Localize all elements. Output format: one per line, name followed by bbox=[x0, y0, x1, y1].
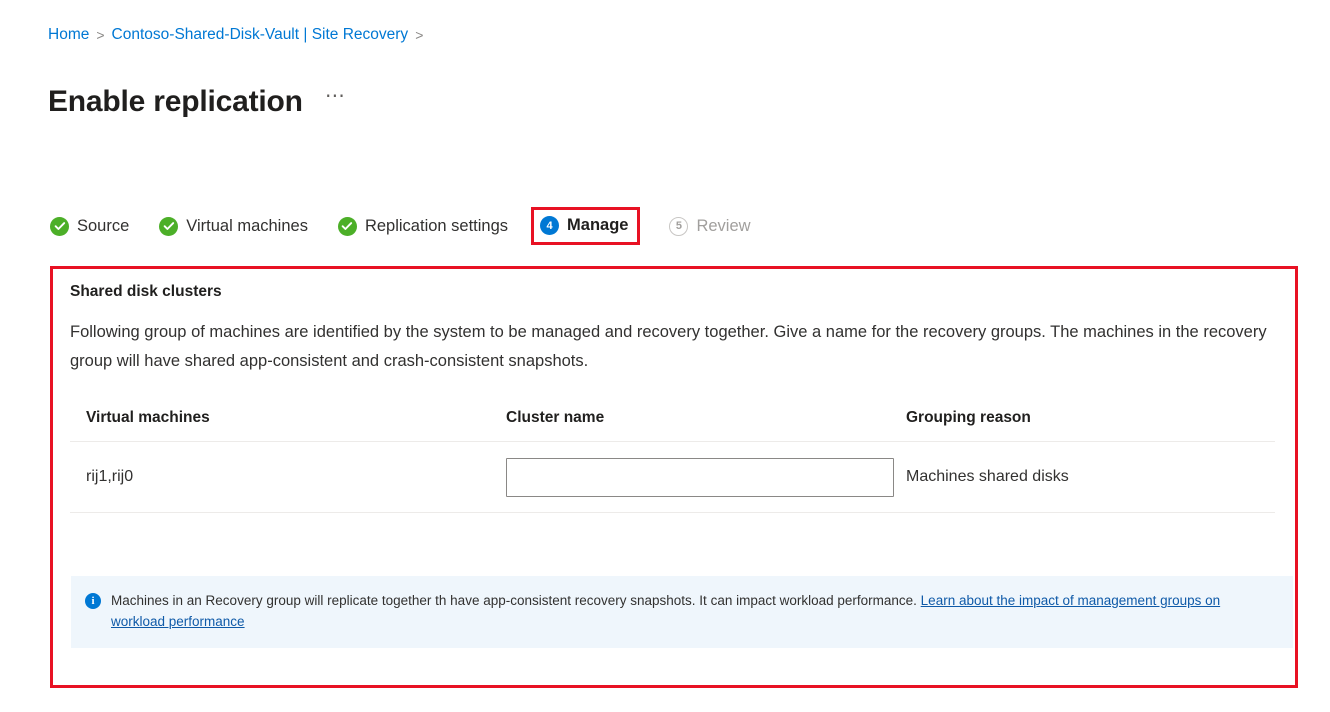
info-banner-message: Machines in an Recovery group will repli… bbox=[111, 593, 921, 608]
page-title: Enable replication bbox=[48, 85, 303, 119]
shared-disk-clusters-table: Virtual machines Cluster name Grouping r… bbox=[70, 409, 1275, 513]
breadcrumb-separator-icon: > bbox=[415, 27, 424, 43]
more-options-icon[interactable]: ⋯ bbox=[325, 86, 347, 106]
wizard-step-label: Review bbox=[696, 216, 751, 235]
wizard-step-source[interactable]: Source bbox=[48, 213, 131, 240]
check-circle-icon bbox=[159, 216, 179, 236]
breadcrumb-item-home[interactable]: Home bbox=[48, 25, 89, 45]
table-header-row: Virtual machines Cluster name Grouping r… bbox=[70, 409, 1275, 442]
page-title-row: Enable replication ⋯ bbox=[48, 63, 346, 141]
cell-virtual-machines: rij1,rij0 bbox=[70, 441, 490, 513]
breadcrumb-separator-icon: > bbox=[96, 27, 105, 43]
breadcrumb-item-vault[interactable]: Contoso-Shared-Disk-Vault | Site Recover… bbox=[112, 25, 409, 45]
column-header-virtual-machines: Virtual machines bbox=[70, 409, 490, 442]
cell-grouping-reason: Machines shared disks bbox=[890, 441, 1275, 513]
wizard-step-label: Manage bbox=[567, 216, 629, 234]
wizard-step-replication-settings[interactable]: Replication settings bbox=[336, 213, 510, 240]
step-number-badge: 5 bbox=[669, 216, 689, 236]
column-header-grouping-reason: Grouping reason bbox=[890, 409, 1275, 442]
wizard-step-virtual-machines[interactable]: Virtual machines bbox=[157, 213, 310, 240]
wizard-step-label: Replication settings bbox=[364, 216, 509, 235]
section-title: Shared disk clusters bbox=[70, 283, 222, 300]
shared-disk-clusters-panel: Shared disk clusters Following group of … bbox=[50, 266, 1298, 688]
section-description: Following group of machines are identifi… bbox=[70, 323, 1267, 370]
cluster-name-input[interactable] bbox=[506, 457, 894, 497]
breadcrumb: Home > Contoso-Shared-Disk-Vault | Site … bbox=[48, 25, 430, 45]
wizard-step-review[interactable]: 5 Review bbox=[667, 213, 752, 240]
wizard-step-label: Virtual machines bbox=[186, 216, 308, 235]
wizard-steps: Source Virtual machines Replication sett… bbox=[48, 206, 753, 246]
check-circle-icon bbox=[50, 216, 69, 236]
wizard-step-manage[interactable]: 4 Manage bbox=[531, 207, 641, 245]
info-banner-text: Machines in an Recovery group will repli… bbox=[111, 590, 1271, 632]
wizard-step-label: Source bbox=[77, 216, 130, 235]
check-circle-icon bbox=[337, 216, 357, 236]
table-row: rij1,rij0 Machines shared disks bbox=[70, 441, 1275, 513]
cell-cluster-name bbox=[490, 441, 894, 513]
column-header-cluster-name: Cluster name bbox=[490, 409, 890, 442]
step-number-badge: 4 bbox=[540, 216, 560, 235]
info-banner: i Machines in an Recovery group will rep… bbox=[71, 576, 1293, 648]
info-icon: i bbox=[85, 593, 101, 609]
